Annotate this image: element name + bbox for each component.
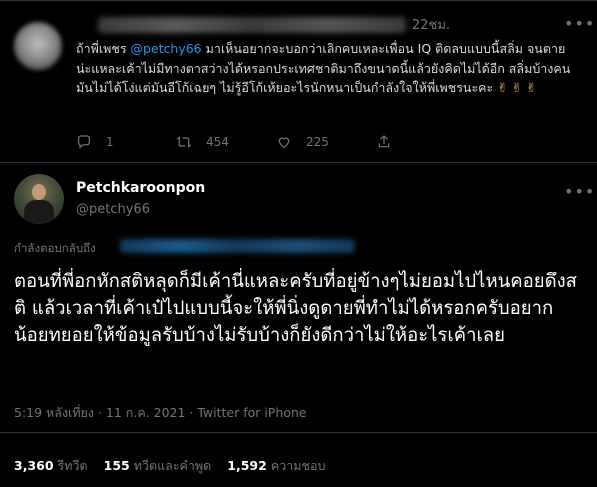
reply-button[interactable]: 1 [76, 134, 114, 150]
retweets-value: 3,360 [14, 458, 54, 473]
tweet-text: ตอนที่พี่อกหักสติหลุดก็มีเค้านี่แหละครับ… [14, 271, 577, 346]
avatar-body [24, 200, 54, 224]
author-display-name[interactable]: Petchkaroonpon [76, 180, 205, 196]
author-avatar[interactable] [14, 174, 64, 224]
more-options-icon[interactable]: ••• [564, 182, 595, 201]
reply-tweet[interactable]: 22ชม. ••• ถ้าพี่เพชร @petchy66 มาเห็นอยา… [0, 0, 597, 160]
replying-to-label: กำลังตอบกลับถึง [14, 241, 96, 255]
victory-hand-icons: ✌ ✌ ✌ [497, 80, 537, 95]
reply-author-blurred[interactable] [98, 17, 406, 33]
author-handle[interactable]: @petchy66 [76, 202, 150, 217]
reply-text-prefix: ถ้าพี่เพชร [76, 41, 131, 56]
quotes-stat[interactable]: 155 ทวีตและคำพูด [104, 456, 212, 476]
likes-value: 1,592 [227, 458, 267, 473]
replying-to-blurred[interactable] [120, 239, 355, 253]
quotes-value: 155 [103, 458, 130, 473]
reply-avatar-blurred[interactable] [14, 22, 62, 70]
likes-stat[interactable]: 1,592 ความชอบ [227, 456, 325, 476]
likes-label: ความชอบ [270, 458, 326, 473]
tweet-meta[interactable]: 5:19 หลังเที่ยง · 11 ก.ค. 2021 · Twitter… [14, 403, 307, 423]
reply-count: 1 [106, 135, 114, 149]
retweet-icon [176, 136, 192, 148]
avatar-head [32, 184, 46, 200]
retweets-label: รีทวีต [57, 458, 88, 473]
like-count: 225 [306, 135, 329, 149]
share-button[interactable] [376, 134, 392, 150]
tweet-stats: 3,360 รีทวีต 155 ทวีตและคำพูด 1,592 ความชอบ [14, 456, 325, 476]
heart-icon [278, 137, 290, 149]
reply-icon [78, 135, 90, 149]
more-options-icon[interactable]: ••• [564, 14, 595, 33]
retweets-stat[interactable]: 3,360 รีทวีต [14, 456, 88, 476]
like-button[interactable]: 225 [276, 134, 329, 150]
quotes-label: ทวีตและคำพูด [133, 458, 212, 473]
retweet-button[interactable]: 454 [176, 134, 229, 150]
reply-time[interactable]: 22ชม. [412, 14, 450, 35]
reply-text: ถ้าพี่เพชร @petchy66 มาเห็นอยากจะบอกว่าเ… [76, 39, 576, 98]
reply-actions: 1 454 225 [76, 134, 556, 154]
share-icon [378, 135, 390, 148]
reply-mention-link[interactable]: @petchy66 [131, 41, 202, 56]
divider [0, 162, 597, 163]
retweet-count: 454 [206, 135, 229, 149]
divider [0, 432, 597, 433]
